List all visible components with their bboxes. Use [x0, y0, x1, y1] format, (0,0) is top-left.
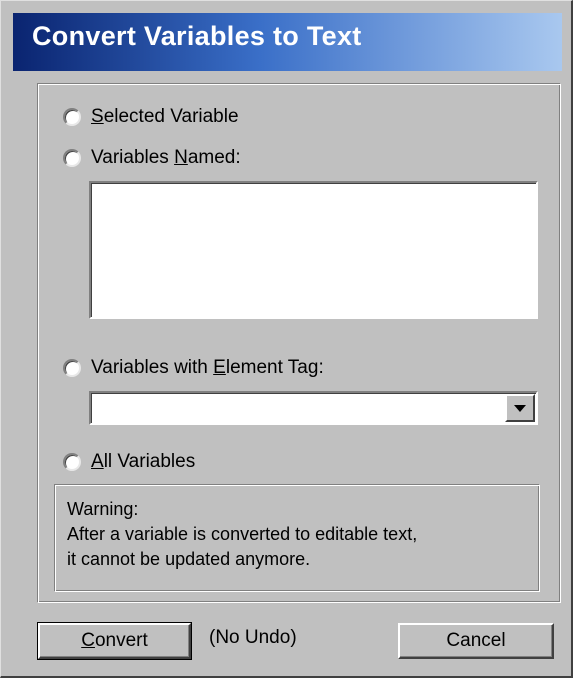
dialog-title: Convert Variables to Text [32, 21, 362, 51]
radio-selected-variable[interactable]: Selected Variable [63, 106, 239, 128]
cancel-button[interactable]: Cancel [398, 623, 554, 659]
radio-variables-named[interactable]: Variables Named: [63, 147, 241, 169]
warning-text-line-1: After a variable is converted to editabl… [67, 524, 418, 544]
radio-button-icon[interactable] [63, 108, 81, 126]
radio-label-variables-with-element-tag: Variables with Element Tag: [91, 357, 324, 378]
radio-label-all-variables: All Variables [91, 451, 196, 472]
radio-all-variables[interactable]: All Variables [63, 451, 195, 473]
warning-heading: Warning: [67, 499, 139, 519]
chevron-down-icon [514, 405, 526, 412]
radio-label-variables-named: Variables Named: [91, 147, 241, 168]
title-bar[interactable]: Convert Variables to Text [13, 13, 562, 71]
no-undo-label: (No Undo) [209, 627, 297, 648]
radio-button-icon[interactable] [63, 453, 81, 471]
element-tag-select[interactable] [89, 391, 538, 425]
radio-button-icon[interactable] [63, 149, 81, 167]
radio-variables-with-element-tag[interactable]: Variables with Element Tag: [63, 357, 324, 379]
warning-box: Warning: After a variable is converted t… [54, 484, 540, 592]
radio-label-selected-variable: Selected Variable [91, 106, 239, 127]
convert-variables-dialog: Convert Variables to Text Selected Varia… [0, 0, 573, 678]
radio-button-icon[interactable] [63, 359, 81, 377]
dropdown-button[interactable] [505, 394, 535, 422]
warning-text-line-2: it cannot be updated anymore. [67, 549, 311, 569]
convert-button[interactable]: Convert [37, 622, 192, 660]
variables-named-input[interactable] [89, 181, 538, 319]
